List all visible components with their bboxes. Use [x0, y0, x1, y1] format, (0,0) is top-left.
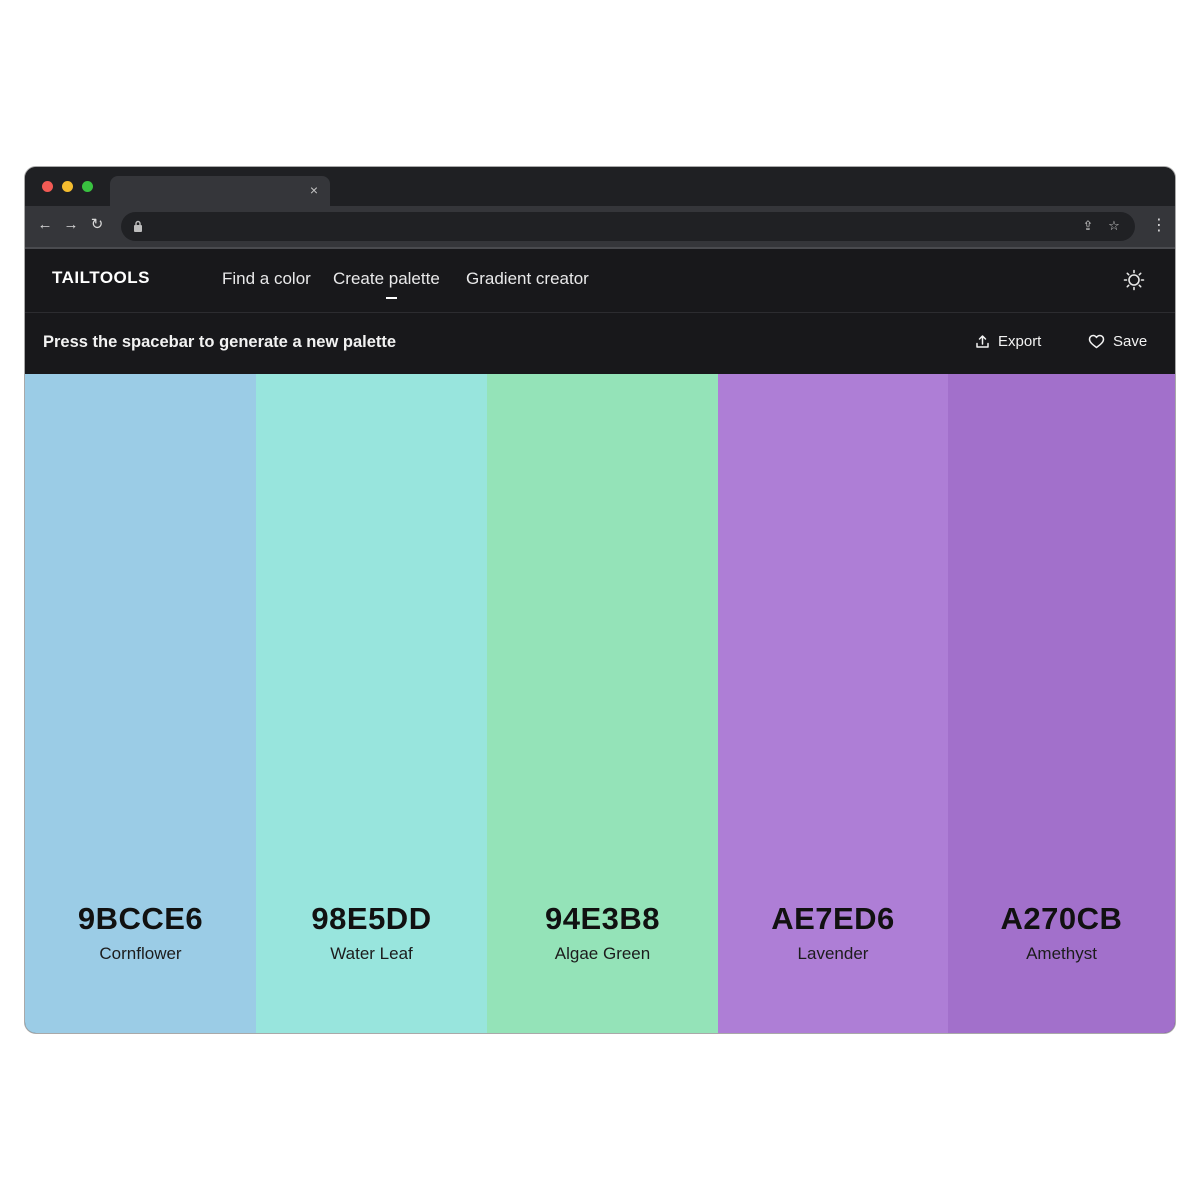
browser-tab[interactable]: ×: [110, 176, 330, 206]
minimize-window-button[interactable]: [62, 181, 73, 192]
tab-close-icon[interactable]: ×: [306, 181, 322, 199]
color-name: Amethyst: [1026, 944, 1097, 963]
hex-code[interactable]: A270CB: [948, 901, 1175, 937]
reload-icon[interactable]: ↻: [87, 215, 107, 235]
color-swatch[interactable]: AE7ED6 Lavender: [718, 374, 948, 1033]
app-header: TAILTOOLS Find a color Create palette Gr…: [25, 249, 1175, 313]
nav-gradient-creator[interactable]: Gradient creator: [466, 269, 589, 289]
logo[interactable]: TAILTOOLS: [52, 268, 150, 288]
maximize-window-button[interactable]: [82, 181, 93, 192]
color-name: Water Leaf: [330, 944, 413, 963]
color-swatch[interactable]: 94E3B8 Algae Green: [487, 374, 718, 1033]
hex-code[interactable]: 94E3B8: [487, 901, 718, 937]
spacebar-hint: Press the spacebar to generate a new pal…: [43, 333, 397, 351]
bookmark-star-icon[interactable]: ☆: [1105, 217, 1123, 235]
color-name: Cornflower: [99, 944, 182, 963]
color-swatch[interactable]: A270CB Amethyst: [948, 374, 1175, 1033]
color-name: Algae Green: [554, 944, 651, 963]
nav-find-a-color[interactable]: Find a color: [222, 269, 311, 289]
share-icon[interactable]: ⇪: [1079, 217, 1097, 235]
save-label: Save: [1113, 333, 1148, 350]
browser-toolbar: ← → ↻ ⇪ ☆ ⋮: [25, 206, 1175, 249]
browser-menu-icon[interactable]: ⋮: [1151, 215, 1167, 237]
forward-icon[interactable]: →: [61, 215, 81, 235]
browser-window: × ← → ↻ ⇪ ☆ ⋮ TAILTOOLS Find a color Cre…: [24, 166, 1176, 1034]
color-name: Lavender: [797, 944, 869, 963]
address-bar[interactable]: ⇪ ☆: [121, 212, 1135, 241]
export-button[interactable]: Export: [975, 333, 1041, 350]
hex-code[interactable]: 98E5DD: [256, 901, 487, 937]
export-label: Export: [998, 333, 1042, 350]
nav-create-palette[interactable]: Create palette: [333, 269, 440, 289]
close-window-button[interactable]: [42, 181, 53, 192]
palette-toolbar: Press the spacebar to generate a new pal…: [25, 313, 1175, 374]
title-bar: ×: [25, 167, 1175, 206]
save-button[interactable]: Save: [1088, 333, 1147, 350]
export-icon: [976, 335, 989, 348]
color-swatch[interactable]: 9BCCE6 Cornflower: [25, 374, 256, 1033]
sun-icon[interactable]: [1123, 269, 1145, 291]
color-palette: 9BCCE6 Cornflower 98E5DD Water Leaf 94E3…: [25, 374, 1175, 1033]
hex-code[interactable]: 9BCCE6: [25, 901, 256, 937]
back-icon[interactable]: ←: [35, 215, 55, 235]
active-nav-indicator: [386, 297, 397, 299]
color-swatch[interactable]: 98E5DD Water Leaf: [256, 374, 487, 1033]
heart-icon: [1088, 334, 1105, 349]
hex-code[interactable]: AE7ED6: [718, 901, 948, 937]
lock-icon: [134, 220, 142, 232]
